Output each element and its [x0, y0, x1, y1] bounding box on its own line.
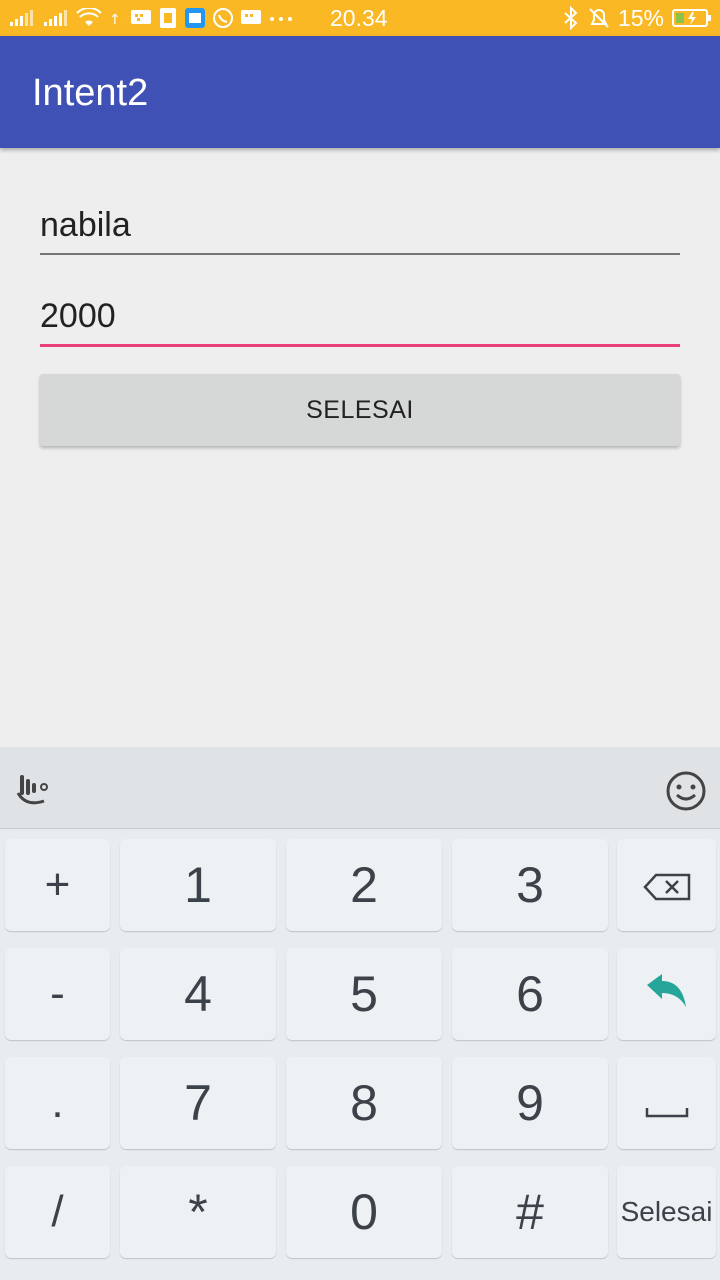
name-field[interactable]: nabila — [40, 206, 680, 256]
key-asterisk[interactable]: * — [120, 1166, 276, 1258]
number-field-value: 2000 — [40, 297, 116, 335]
key-1[interactable]: 1 — [120, 839, 276, 931]
data-icon: ↑↓ — [108, 8, 124, 28]
bbm-2-icon — [240, 8, 262, 28]
key-period[interactable]: . — [5, 1057, 110, 1149]
signal-1-icon — [8, 8, 36, 28]
battery-icon — [672, 7, 712, 29]
status-icons-right: 15% — [562, 0, 712, 36]
bluetooth-icon — [562, 6, 580, 30]
key-minus[interactable]: - — [5, 948, 110, 1040]
bbm-icon — [130, 8, 152, 28]
space-icon — [645, 1074, 689, 1132]
message-icon — [184, 7, 206, 29]
backspace-icon — [642, 856, 692, 914]
svg-text:↑↓: ↑↓ — [109, 12, 124, 28]
key-6[interactable]: 6 — [452, 948, 608, 1040]
key-7[interactable]: 7 — [120, 1057, 276, 1149]
key-9[interactable]: 9 — [452, 1057, 608, 1149]
key-8[interactable]: 8 — [286, 1057, 442, 1149]
alarm-off-icon — [588, 6, 610, 30]
battery-percent: 15% — [617, 4, 664, 31]
keyboard-toolbar — [0, 747, 720, 829]
key-3[interactable]: 3 — [452, 839, 608, 931]
key-enter[interactable] — [617, 948, 716, 1040]
key-4[interactable]: 4 — [120, 948, 276, 1040]
key-plus[interactable]: + — [5, 839, 110, 931]
touchpal-logo-icon[interactable] — [14, 771, 54, 816]
more-icon — [268, 8, 294, 28]
signal-2-icon — [42, 8, 70, 28]
app-bar: Intent2 — [0, 36, 720, 148]
name-field-value: nabila — [40, 206, 131, 244]
selesai-button[interactable]: SELESAI — [40, 374, 680, 446]
wifi-icon — [76, 8, 102, 28]
key-hash[interactable]: # — [452, 1166, 608, 1258]
key-0[interactable]: 0 — [286, 1166, 442, 1258]
whatsapp-icon — [212, 7, 234, 29]
status-time: 20.34 — [330, 5, 388, 31]
number-field-underline — [40, 344, 680, 347]
status-icons-left: ↑↓ — [8, 0, 294, 36]
status-bar: ↑↓ 20.34 15% — [0, 0, 720, 36]
name-field-underline — [40, 253, 680, 255]
key-slash[interactable]: / — [5, 1166, 110, 1258]
emoji-icon[interactable] — [664, 769, 708, 818]
numeric-keyboard: + 1 2 3 - 4 5 6 . 7 8 9 / * 0 # Selesai — [0, 747, 720, 1280]
key-backspace[interactable] — [617, 839, 716, 931]
key-space[interactable] — [617, 1057, 716, 1149]
notification-icon — [158, 7, 178, 29]
key-selesai[interactable]: Selesai — [617, 1166, 716, 1258]
app-title: Intent2 — [32, 72, 149, 114]
key-2[interactable]: 2 — [286, 839, 442, 931]
key-5[interactable]: 5 — [286, 948, 442, 1040]
number-field[interactable]: 2000 — [40, 297, 680, 349]
enter-arrow-icon — [644, 965, 690, 1023]
key-selesai-label: Selesai — [620, 1196, 713, 1227]
